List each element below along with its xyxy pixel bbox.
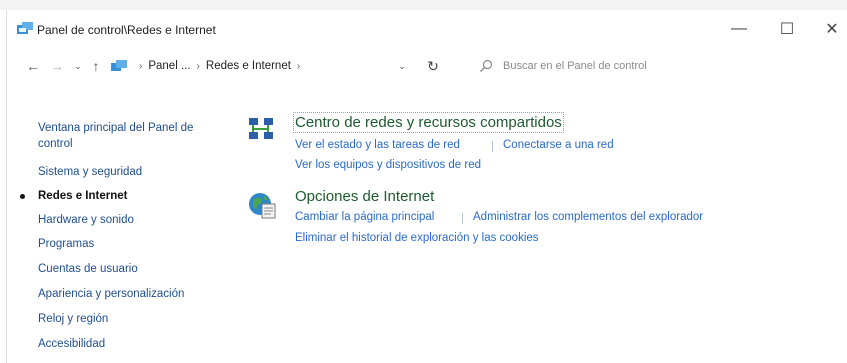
link-separator <box>462 213 463 224</box>
maximize-button[interactable]: ☐ <box>767 16 807 42</box>
refresh-button[interactable]: ↻ <box>423 55 443 77</box>
control-panel-icon <box>111 59 127 71</box>
nav-link-sistema-seguridad[interactable]: Sistema y seguridad <box>38 164 142 180</box>
search-input[interactable]: Buscar en el Panel de control <box>473 54 843 78</box>
back-button[interactable]: ← <box>23 55 43 77</box>
minimize-button[interactable]: — <box>719 16 759 42</box>
link-separator <box>492 141 493 152</box>
breadcrumb-item-redes[interactable]: Redes e Internet <box>206 60 291 72</box>
search-placeholder: Buscar en el Panel de control <box>503 60 647 72</box>
nav-link-programas[interactable]: Programas <box>38 236 94 252</box>
breadcrumb-separator[interactable]: › <box>139 61 142 72</box>
breadcrumb[interactable]: › Panel ... › Redes e Internet › <box>111 55 429 77</box>
nav-link-hardware-sonido[interactable]: Hardware y sonido <box>38 212 134 228</box>
link-ver-estado-tareas-red[interactable]: Ver el estado y las tareas de red <box>295 139 460 151</box>
link-cambiar-pagina-principal[interactable]: Cambiar la página principal <box>295 211 434 223</box>
nav-link-home[interactable]: Ventana principal del Panel de <box>38 120 193 136</box>
network-sharing-center-icon <box>249 118 273 139</box>
nav-link-accesibilidad[interactable]: Accesibilidad <box>38 336 105 352</box>
forward-button[interactable]: → <box>47 55 67 77</box>
nav-link-reloj-region[interactable]: Reloj y región <box>38 311 108 327</box>
close-button[interactable]: ✕ <box>812 16 847 42</box>
link-administrar-complementos[interactable]: Administrar los complementos del explora… <box>473 211 703 223</box>
link-conectarse-red[interactable]: Conectarse a una red <box>503 139 614 151</box>
control-panel-icon <box>17 22 33 34</box>
nav-link-redes-internet: Redes e Internet <box>38 190 128 202</box>
link-ver-equipos-dispositivos[interactable]: Ver los equipos y dispositivos de red <box>295 159 481 171</box>
breadcrumb-item-panel[interactable]: Panel ... <box>148 60 190 72</box>
recent-locations-button[interactable]: ⌄ <box>71 55 85 77</box>
control-panel-window: Panel de control\Redes e Internet — ☐ ✕ … <box>6 10 847 363</box>
category-title-internet-options[interactable]: Opciones de Internet <box>295 188 434 205</box>
link-eliminar-historial[interactable]: Eliminar el historial de exploración y l… <box>295 232 539 244</box>
window-title: Panel de control\Redes e Internet <box>37 23 216 37</box>
nav-link-cuentas-usuario[interactable]: Cuentas de usuario <box>38 261 138 277</box>
nav-link-apariencia[interactable]: Apariencia y personalización <box>38 286 184 302</box>
breadcrumb-separator[interactable]: › <box>197 61 200 72</box>
address-toolbar: ← → ⌄ ↑ › Panel ... › Redes e Internet ›… <box>7 52 847 80</box>
title-bar: Panel de control\Redes e Internet — ☐ ✕ <box>7 10 847 46</box>
nav-link-home-cont[interactable]: control <box>38 136 73 152</box>
active-bullet <box>20 194 25 199</box>
category-title-network-sharing[interactable]: Centro de redes y recursos compartidos <box>293 112 564 133</box>
breadcrumb-separator[interactable]: › <box>297 61 300 72</box>
internet-options-icon <box>249 193 276 219</box>
top-edge-strip <box>0 0 847 10</box>
up-button[interactable]: ↑ <box>87 55 105 77</box>
address-dropdown-button[interactable]: ⌄ <box>395 55 409 77</box>
search-icon <box>480 59 493 72</box>
